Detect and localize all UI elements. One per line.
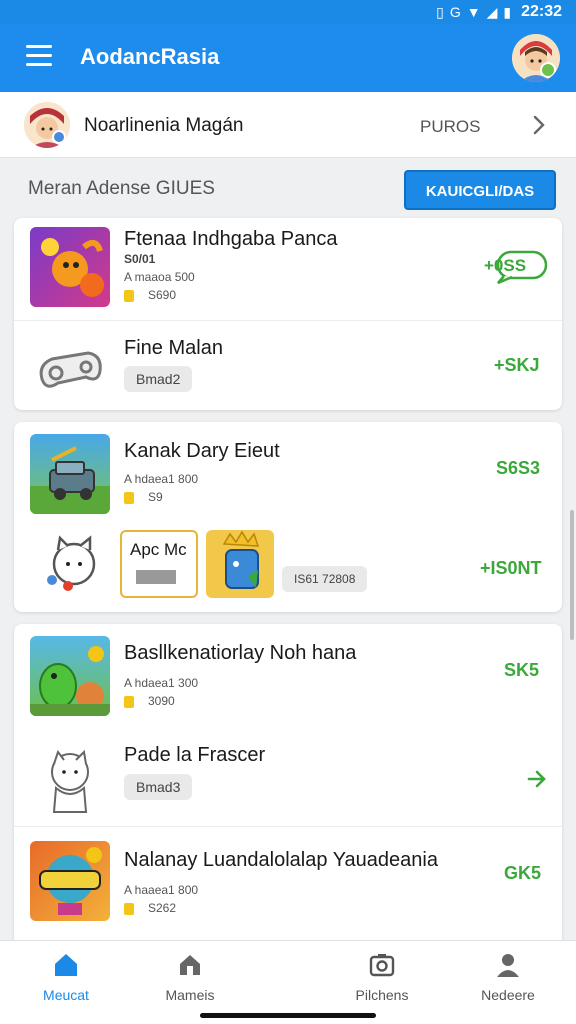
status-bar: ▯ G ▼ ◢ ▮ 22:32 [0, 0, 576, 24]
game-title: Nalanay Luandalolalap Yauadeania [124, 849, 438, 871]
game-badge: Bmad2 [124, 366, 193, 392]
game-thumbnail [30, 227, 110, 307]
coin-icon [124, 902, 134, 915]
game-coins: S262 [124, 901, 176, 915]
game-price[interactable]: SK5 [504, 660, 539, 681]
nav-item-house[interactable]: Mameis [140, 951, 240, 1003]
gamepad-thumbnail [30, 325, 110, 405]
vibrate-icon: ▯ [436, 3, 444, 20]
nav-item-profile[interactable]: Nedeere [458, 951, 558, 1003]
game-thumbnail [30, 434, 110, 514]
game-card-2: Kanak Dary Eieut A hdaea1 800 S9 S6S3 Ap… [14, 422, 562, 612]
cat-thumbnail [30, 526, 110, 606]
game-coins: 3090 [124, 694, 175, 708]
list-item[interactable]: Fine Malan Bmad2 +SKJ [14, 321, 562, 410]
user-avatar[interactable] [512, 34, 560, 82]
list-item[interactable]: Pade la Frascer Bmad3 [14, 728, 562, 826]
game-thumbnail [30, 841, 110, 921]
app-bar: Aodanc⁠Rasia [0, 24, 576, 92]
image-placeholder [136, 570, 176, 584]
game-card-1: Ftenaa Indhgaba Panca S0/01 A maaoa 500 … [14, 218, 562, 410]
game-coins: S9 [124, 490, 163, 504]
profile-avatar [24, 102, 70, 148]
list-item[interactable]: Ftenaa Indhgaba Panca S0/01 A maaoa 500 … [14, 218, 562, 320]
game-price[interactable]: S6S3 [496, 458, 540, 479]
coin-icon [124, 491, 134, 504]
app-title: Aodanc⁠Rasia [80, 44, 220, 69]
game-meta: A maaoa 500 [124, 270, 195, 284]
nav-label: Mameis [165, 987, 215, 1003]
game-title: Ftenaa Indhgaba Panca [124, 228, 338, 250]
game-title: Basllkenatiorlay Noh hana [124, 642, 357, 664]
camera-icon [369, 954, 395, 977]
app-tile-title: Apc Mc [130, 540, 187, 559]
status-time: 22:32 [521, 3, 562, 20]
bottom-navigation: Meucat Mameis Pilchens Nedeere [0, 940, 576, 1024]
wifi-icon: ▼ [466, 4, 481, 20]
app-code: IS61 72808 [282, 566, 368, 592]
nav-label: Nedeere [481, 987, 535, 1003]
coin-icon [124, 695, 134, 708]
game-price: +0SS [484, 256, 527, 275]
game-meta: A hdaea1 300 [124, 676, 199, 690]
signal-icon: ◢ [486, 3, 498, 20]
profile-card[interactable]: Noarlinenia Magán PUROS [0, 92, 576, 158]
game-meta: A hdaea1 800 [124, 472, 199, 486]
game-title: Kanak Dary Eieut [124, 440, 280, 462]
game-price[interactable]: +IS0NT [480, 558, 542, 579]
profile-name: Noarlinenia Magán [84, 115, 244, 136]
game-badge: Bmad3 [124, 774, 193, 800]
game-subtitle: S0/01 [124, 252, 156, 266]
game-coins: S690 [124, 288, 176, 302]
crown-thumbnail [206, 530, 274, 598]
person-icon [497, 954, 519, 977]
game-card-3: Basllkenatiorlay Noh hana A hdaea1 300 3… [14, 624, 562, 944]
character-thumbnail [30, 738, 110, 818]
game-price[interactable]: GK5 [504, 863, 541, 884]
app-tile[interactable]: Apc Mc [120, 530, 198, 598]
list-item[interactable]: Kanak Dary Eieut A hdaea1 800 S9 S6S3 [14, 422, 562, 518]
home-icon [55, 954, 77, 976]
nav-item-camera[interactable]: Pilchens [332, 951, 432, 1003]
app-notification-icon: G [449, 4, 461, 20]
game-title: Pade la Frascer [124, 744, 266, 766]
list-item[interactable]: Basllkenatiorlay Noh hana A hdaea1 300 3… [14, 624, 562, 728]
nav-label: Pilchens [355, 987, 409, 1003]
menu-icon[interactable] [26, 45, 52, 69]
nav-label: Meucat [43, 987, 89, 1003]
profile-status: PUROS [420, 117, 481, 136]
house-icon [180, 955, 200, 975]
section-action-button[interactable]: KAUICGLI/DAS [404, 170, 556, 210]
chevron-right-icon[interactable] [528, 114, 550, 136]
home-indicator[interactable] [200, 1013, 376, 1018]
battery-icon: ▮ [503, 3, 512, 20]
game-price[interactable]: +SKJ [494, 355, 540, 376]
coin-icon [124, 289, 134, 302]
arrow-right-icon[interactable] [526, 768, 548, 790]
section-title: Meran Adense GIUES [28, 178, 215, 199]
list-item[interactable]: Apc Mc IS61 72808 +IS0NT [14, 522, 562, 612]
scrollbar[interactable] [570, 510, 574, 640]
list-item[interactable]: Nalanay Luandalolalap Yauadeania A haaea… [14, 827, 562, 937]
nav-item-home[interactable]: Meucat [16, 951, 116, 1003]
game-thumbnail [30, 636, 110, 716]
game-title: Fine Malan [124, 337, 223, 359]
game-meta: A haaea1 800 [124, 883, 199, 897]
